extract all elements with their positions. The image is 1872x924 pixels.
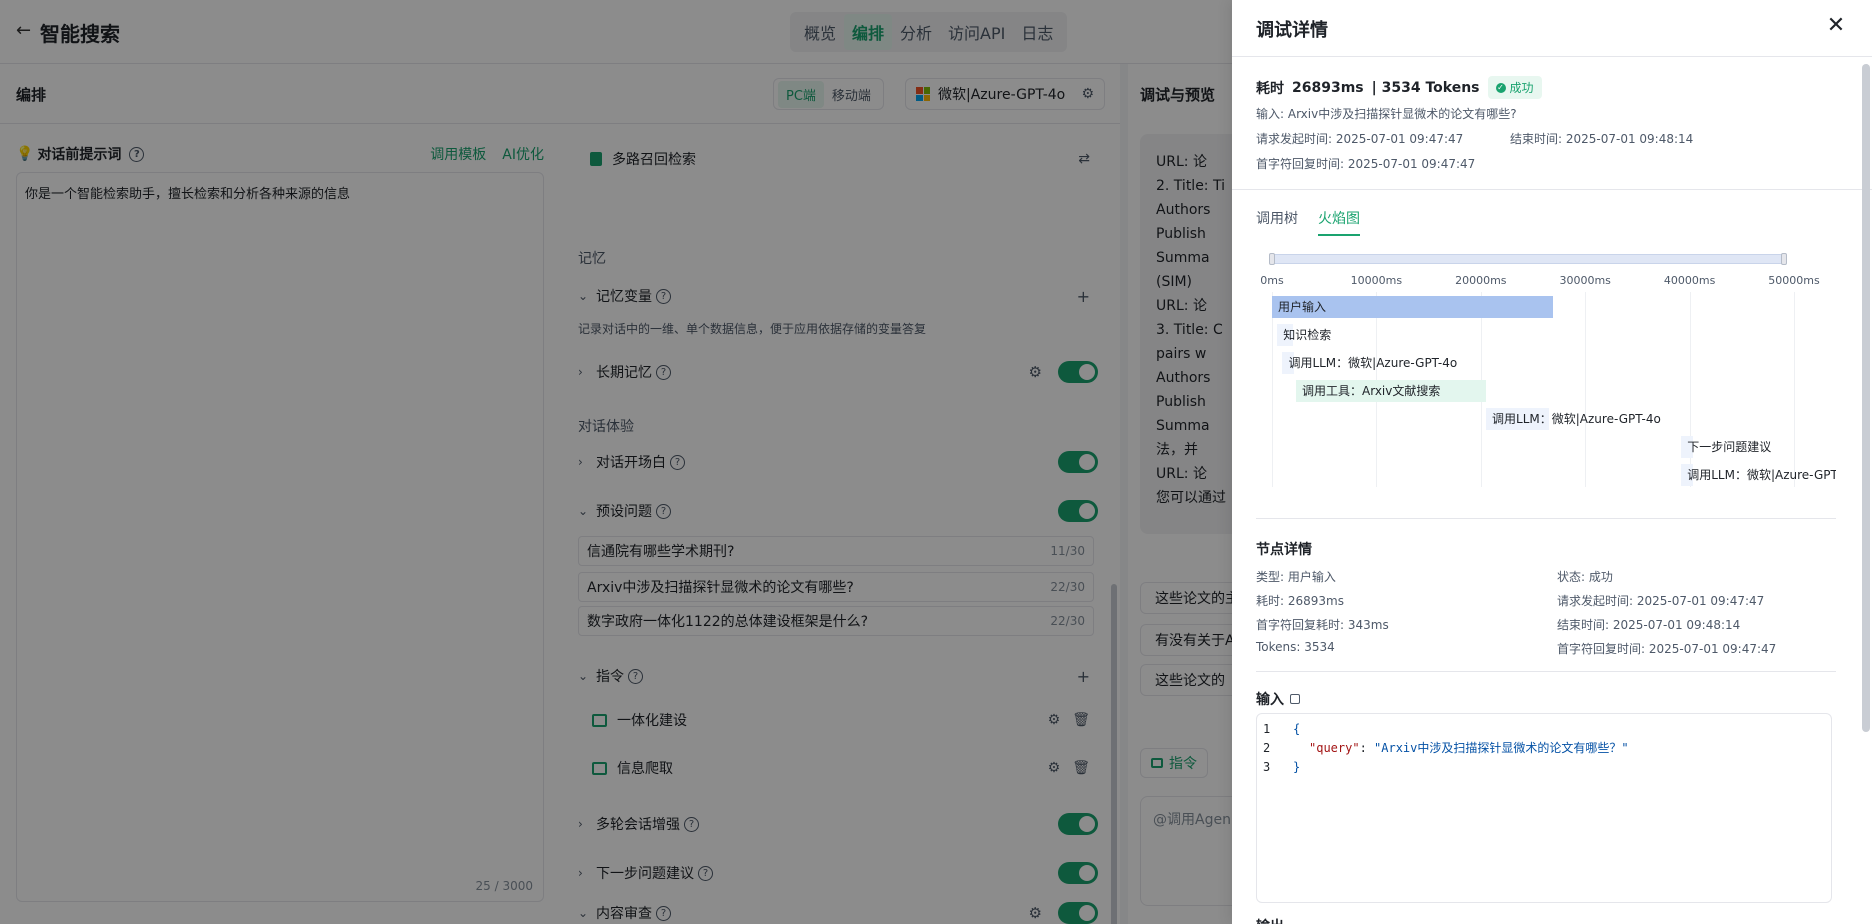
request-time: 请求发起时间: 2025-07-01 09:47:47 (1256, 132, 1464, 146)
axis-tick-label: 20000ms (1455, 274, 1507, 287)
gridline (1272, 292, 1273, 487)
close-icon[interactable]: ✕ (1824, 14, 1848, 38)
code-text: { (1293, 722, 1301, 736)
slider-handle-right[interactable] (1781, 253, 1787, 265)
axis-tick-label: 40000ms (1663, 274, 1716, 287)
json-colon: : (1359, 741, 1375, 755)
input-code-block: 1 { 2 "query": "Arxiv中涉及扫描探针显微术的论文有哪些？" … (1256, 713, 1832, 903)
drawer-header: 调试详情 ✕ (1232, 0, 1872, 57)
flame-bar-label: 用户输入 (1278, 300, 1327, 314)
flame-bar[interactable]: 用户输入 (1272, 296, 1553, 318)
flame-graph: 0ms 10000ms 20000ms 30000ms 40000ms 50000ms 用户… (1256, 252, 1836, 492)
code-line: 3 } (1257, 758, 1831, 777)
view-tabs: 调用树 火焰图 (1256, 208, 1360, 236)
gridline (1585, 292, 1587, 487)
check-circle-icon: ✓ (1495, 82, 1506, 93)
code-line: 1 { (1257, 720, 1831, 739)
node-status: 状态: 成功 (1557, 570, 1613, 584)
output-section-title: 输出 (1256, 916, 1284, 924)
copy-icon[interactable] (1290, 694, 1300, 704)
node-first-token-time: 首字符回复时间: 2025-07-01 09:47:47 (1557, 642, 1777, 656)
status-text: 成功 (1509, 81, 1534, 95)
flame-bar-label: 调用LLM：微软|Azure-GPT-4o (1687, 468, 1836, 482)
divider (1256, 518, 1836, 519)
divider (1256, 671, 1836, 672)
status-badge: ✓ 成功 (1487, 76, 1542, 99)
code-text: } (1293, 760, 1301, 774)
tab-flame-graph[interactable]: 火焰图 (1318, 208, 1360, 236)
first-token-time: 首字符回复时间: 2025-07-01 09:47:47 (1256, 157, 1476, 171)
line-number: 2 (1263, 741, 1271, 755)
node-first-token-cost: 首字符回复耗时: 343ms (1256, 618, 1389, 632)
tab-call-tree[interactable]: 调用树 (1256, 208, 1298, 236)
flame-bar-label: 下一步问题建议 (1687, 440, 1772, 454)
summary-first-token: 首字符回复时间: 2025-07-01 09:47:47 (1256, 155, 1836, 172)
axis-tick-label: 30000ms (1559, 274, 1611, 287)
slider-handle-left[interactable] (1269, 253, 1275, 265)
node-tokens: Tokens: 3534 (1256, 640, 1335, 654)
flame-bar-label: 调用LLM：微软|Azure-GPT-4o (1288, 356, 1458, 370)
summary-times: 请求发起时间: 2025-07-01 09:47:47 结束时间: 2025-0… (1256, 130, 1836, 147)
json-key: "query" (1309, 741, 1360, 755)
end-time: 结束时间: 2025-07-01 09:48:14 (1510, 132, 1694, 146)
axis-tick-label: 50000ms (1768, 274, 1820, 287)
flame-bar-label: 调用工具：Arxiv文献搜索 (1302, 384, 1441, 398)
token-count: | 3534 Tokens (1371, 79, 1480, 96)
flame-bar[interactable]: 调用工具：Arxiv文献搜索 (1296, 380, 1486, 402)
node-details-title: 节点详情 (1256, 542, 1312, 558)
axis-tick-label: 10000ms (1350, 274, 1403, 287)
duration-value: 26893ms (1292, 79, 1364, 96)
summary-headline: 耗时 26893ms | 3534 Tokens ✓ 成功 (1256, 76, 1836, 99)
flame-bar[interactable]: 调用LLM：微软|Azure-GPT-4o (1681, 464, 1836, 486)
json-value: "Arxiv中涉及扫描探针显微术的论文有哪些？" (1374, 741, 1629, 755)
duration-label: 耗时 (1256, 80, 1284, 97)
line-number: 3 (1263, 760, 1271, 774)
node-details: 类型: 用户输入 状态: 成功 耗时: 26893ms 请求发起时间: 2025… (1256, 568, 1856, 657)
flame-bar[interactable]: 调用LLM：微软|Azure-GPT-4o (1282, 352, 1457, 374)
node-request-time: 请求发起时间: 2025-07-01 09:47:47 (1557, 594, 1765, 608)
axis-tick-label: 0ms (1260, 274, 1284, 287)
drawer-title: 调试详情 (1256, 20, 1328, 41)
node-duration: 耗时: 26893ms (1256, 594, 1344, 608)
flame-bar[interactable]: 下一步问题建议 (1681, 436, 1771, 458)
range-slider[interactable] (1269, 253, 1787, 265)
node-end-time: 结束时间: 2025-07-01 09:48:14 (1557, 618, 1741, 632)
summary-input: 输入: Arxiv中涉及扫描探针显微术的论文有哪些? (1256, 107, 1517, 121)
debug-drawer: 调试详情 ✕ 耗时 26893ms | 3534 Tokens ✓ 成功 输入:… (1232, 0, 1872, 924)
input-section-title: 输入 (1256, 689, 1300, 709)
flame-bar-label: 调用LLM：微软|Azure-GPT-4o (1492, 412, 1661, 426)
debug-summary: 耗时 26893ms | 3534 Tokens ✓ 成功 输入: Arxiv中… (1256, 76, 1836, 172)
modal-mask[interactable] (0, 0, 1232, 924)
node-type: 类型: 用户输入 (1256, 570, 1336, 584)
drawer-scrollbar[interactable] (1862, 64, 1870, 732)
flame-bar[interactable]: 调用LLM：微软|Azure-GPT-4o (1486, 408, 1661, 430)
flame-bar-label: 知识检索 (1283, 328, 1332, 342)
flame-bar[interactable]: 知识检索 (1277, 324, 1331, 346)
divider (1232, 189, 1872, 190)
line-number: 1 (1263, 722, 1271, 736)
gridline (1794, 292, 1795, 487)
input-title-text: 输入 (1256, 692, 1284, 708)
code-line: 2 "query": "Arxiv中涉及扫描探针显微术的论文有哪些？" (1257, 739, 1831, 758)
code-text: "query": "Arxiv中涉及扫描探针显微术的论文有哪些？" (1293, 739, 1629, 758)
